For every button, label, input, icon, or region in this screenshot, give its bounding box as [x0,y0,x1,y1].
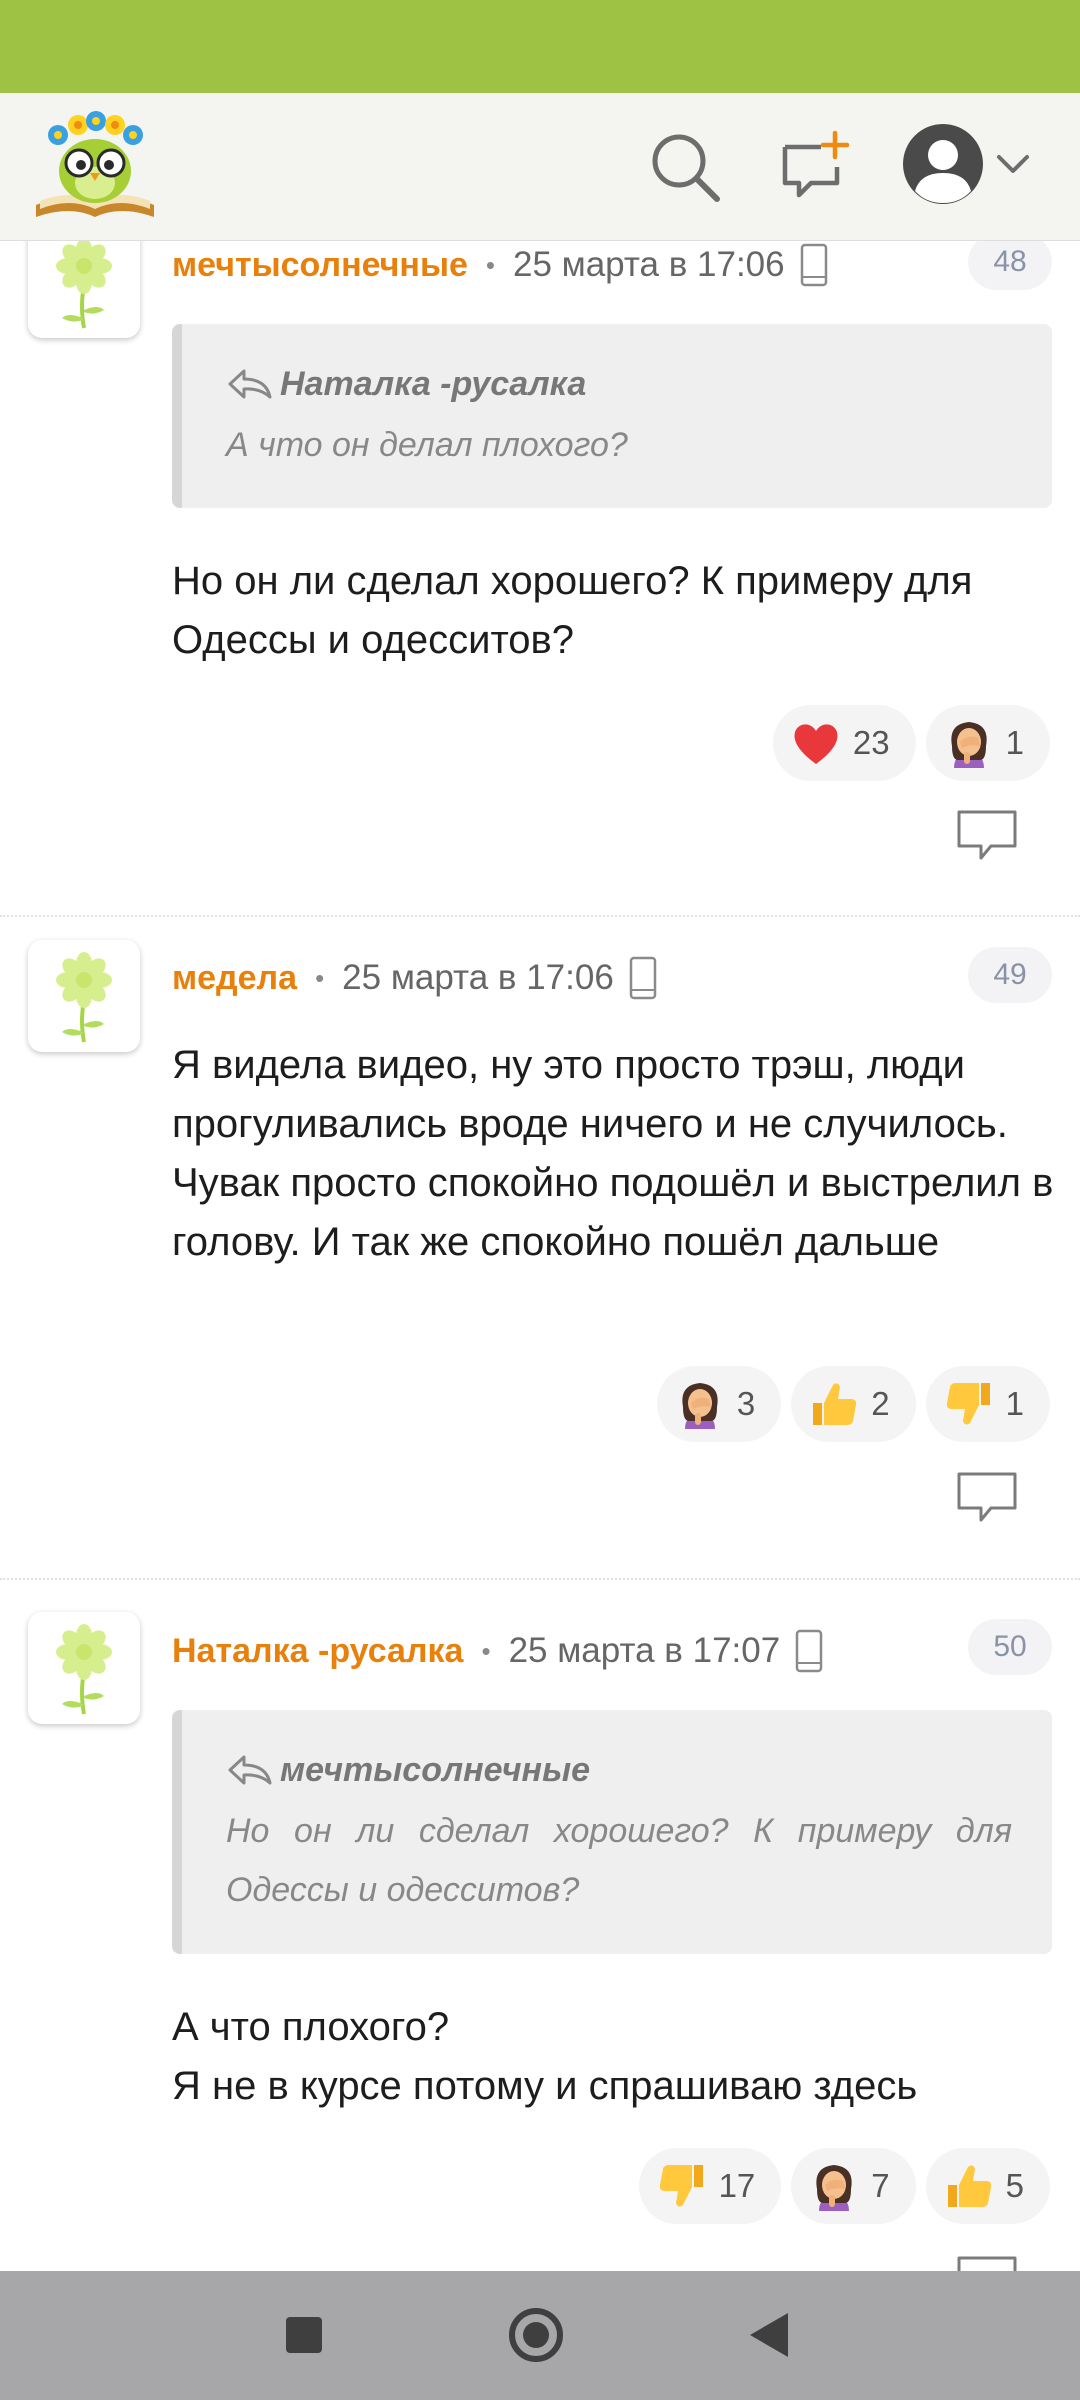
comment-text: Но он ли сделал хорошего? К примеру для … [172,559,973,662]
reaction-thumbs-down[interactable]: 17 [638,2148,782,2224]
quote-block: мечтысолнечные Но он ли сделал хорошего?… [172,1710,1052,1954]
search-icon[interactable] [645,127,725,207]
owl-with-flower-wreath-logo[interactable] [30,105,160,225]
reaction-thumbs-up[interactable]: 5 [925,2148,1050,2224]
status-bar [0,0,1080,93]
comments-feed[interactable]: мечтысолнечные • 25 марта в 17:06 48 Нат… [0,241,1080,2271]
reaction-count: 7 [871,2167,890,2204]
comment-text-line: Я не в курсе потому и спрашиваю здесь [172,2064,918,2108]
reaction-facepalm[interactable]: 3 [656,1366,782,1442]
chevron-down-icon[interactable] [993,143,1033,183]
flower-avatar-icon[interactable] [28,940,140,1052]
flower-avatar-icon[interactable] [28,241,140,338]
reaction-facepalm[interactable]: 1 [925,705,1050,781]
circle-home-icon[interactable] [505,2304,567,2366]
comment-text: Я видела видео, ну это просто трэш, люди… [172,1043,1054,1264]
reactions-bar: 23 1 [772,705,1050,781]
thumbs-down-icon [655,2159,709,2213]
mobile-device-icon [794,1629,824,1673]
reaction-count: 3 [736,1385,756,1422]
reaction-count: 1 [1005,1385,1024,1422]
comment-number[interactable]: 50 [968,1619,1052,1675]
thumbs-up-icon [942,2159,996,2213]
reply-bubble-icon[interactable] [955,2254,1019,2271]
comment-text-line: А что плохого? [172,2005,450,2049]
system-navigation-bar [0,2271,1080,2400]
user-avatar-icon[interactable] [898,119,988,209]
reaction-heart[interactable]: 23 [772,705,916,781]
reaction-thumbs-down[interactable]: 1 [925,1366,1050,1442]
comment-meta: мечтысолнечные • 25 марта в 17:06 [172,241,829,290]
facepalm-icon [942,716,996,770]
facepalm-icon [807,2159,861,2213]
meta-separator: • [485,249,495,280]
comment-meta: медела • 25 марта в 17:06 [172,953,658,1003]
comment-divider [0,1578,1080,1580]
top-header [0,93,1080,241]
meta-separator: • [481,1635,491,1666]
flower-avatar-icon[interactable] [28,1612,140,1724]
reply-bubble-icon[interactable] [955,808,1019,864]
triangle-back-icon[interactable] [744,2309,794,2361]
meta-separator: • [315,962,325,993]
quote-text: Но он ли сделал хорошего? К примеру для … [226,1812,1012,1909]
mobile-device-icon [628,956,658,1000]
reply-bubble-icon[interactable] [955,1470,1019,1526]
heart-icon [789,716,843,770]
quote-author[interactable]: мечтысолнечные [280,1751,590,1790]
reaction-count: 2 [871,1385,890,1422]
comment-author[interactable]: мечтысолнечные [172,246,468,285]
comment-date: 25 марта в 17:07 [508,1631,781,1670]
facepalm-icon [673,1377,727,1431]
reply-arrow-icon [226,1753,274,1787]
reply-arrow-icon [226,367,274,401]
quote-author[interactable]: Наталка -русалка [280,365,586,404]
reaction-count: 5 [1005,2167,1024,2204]
comment-divider [0,915,1080,917]
quote-text: А что он делал плохого? [226,426,628,464]
comment-date: 25 марта в 17:06 [342,958,614,997]
reaction-count: 1 [1005,724,1024,761]
reaction-facepalm[interactable]: 7 [791,2148,916,2224]
comment-number[interactable]: 49 [968,947,1052,1003]
comment-number[interactable]: 48 [968,241,1052,290]
comment-date: 25 марта в 17:06 [513,245,785,284]
comment-author[interactable]: медела [172,959,297,998]
reaction-thumbs-up[interactable]: 2 [791,1366,916,1442]
comment-meta: Наталка -русалка • 25 марта в 17:07 [172,1626,824,1676]
quote-header: Наталка -русалка [226,362,1012,406]
thumbs-up-icon [807,1377,861,1431]
quote-block: Наталка -русалка А что он делал плохого? [172,324,1052,508]
comment-author[interactable]: Наталка -русалка [172,1632,463,1671]
new-post-icon[interactable] [775,127,855,207]
square-recents-icon[interactable] [280,2311,328,2359]
reaction-count: 17 [718,2167,756,2204]
reaction-count: 23 [852,724,890,761]
reactions-bar: 3 2 1 [656,1366,1050,1442]
quote-header: мечтысолнечные [226,1748,1012,1792]
comment-text: А что плохого? Я не в курсе потому и спр… [172,1998,1057,2116]
mobile-device-icon [799,243,829,287]
thumbs-down-icon [942,1377,996,1431]
reactions-bar: 17 7 5 [638,2148,1050,2224]
